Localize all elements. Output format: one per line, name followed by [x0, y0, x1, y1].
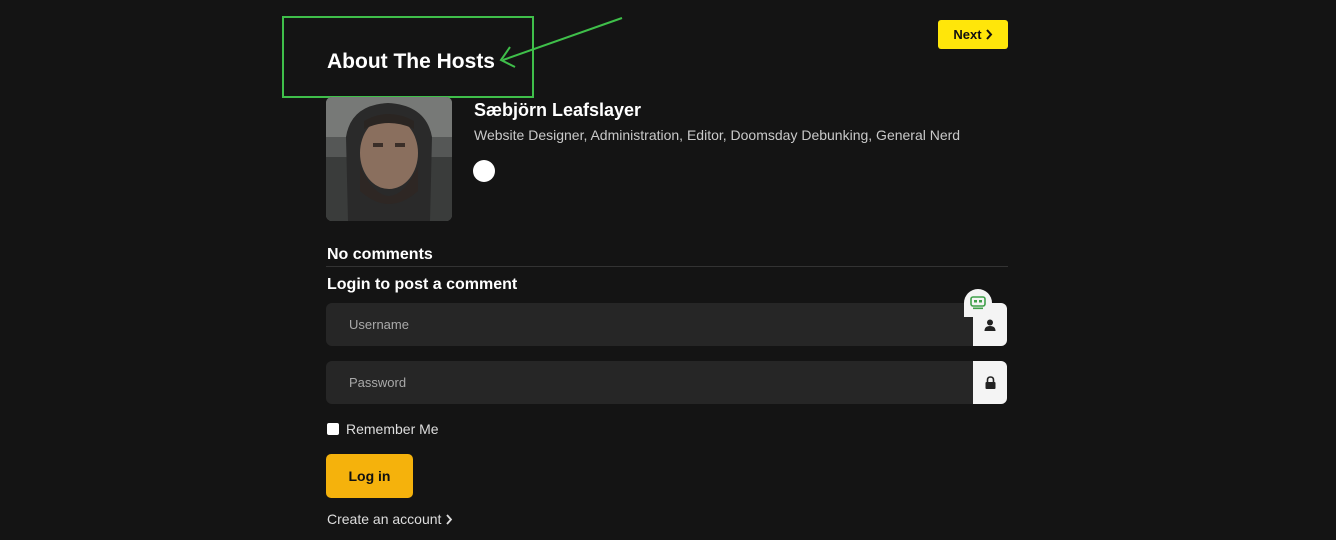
lock-icon	[985, 376, 995, 389]
next-button[interactable]: Next	[938, 20, 1008, 49]
create-account-label: Create an account	[327, 511, 442, 527]
host-portrait-image	[326, 97, 452, 221]
login-button[interactable]: Log in	[326, 454, 413, 498]
chevron-right-icon	[446, 513, 453, 525]
chevron-right-icon	[985, 29, 992, 40]
create-account-link[interactable]: Create an account	[327, 511, 453, 527]
host-roles: Website Designer, Administration, Editor…	[474, 127, 961, 143]
chat-bot-icon	[970, 296, 986, 310]
remember-me-label: Remember Me	[346, 421, 439, 437]
password-input[interactable]	[326, 361, 972, 404]
social-link-icon[interactable]	[473, 160, 495, 182]
password-field	[326, 361, 1007, 404]
divider	[326, 266, 1008, 267]
remember-me-checkbox[interactable]	[327, 423, 339, 435]
remember-me: Remember Me	[327, 421, 439, 437]
username-field	[326, 303, 1007, 346]
username-input[interactable]	[326, 303, 972, 346]
password-addon	[973, 361, 1007, 404]
next-button-label: Next	[953, 27, 982, 42]
annotation-arrow-icon	[499, 17, 623, 68]
login-heading: Login to post a comment	[327, 276, 518, 293]
user-icon	[984, 319, 996, 331]
page: Next About The Hosts Sæbjörn Leafslayer …	[0, 0, 1336, 540]
host-name: Sæbjörn Leafslayer	[474, 100, 642, 120]
host-avatar	[326, 97, 452, 221]
section-title: About The Hosts	[327, 50, 495, 73]
no-comments-heading: No comments	[327, 246, 433, 263]
chat-widget-button[interactable]	[964, 289, 992, 317]
